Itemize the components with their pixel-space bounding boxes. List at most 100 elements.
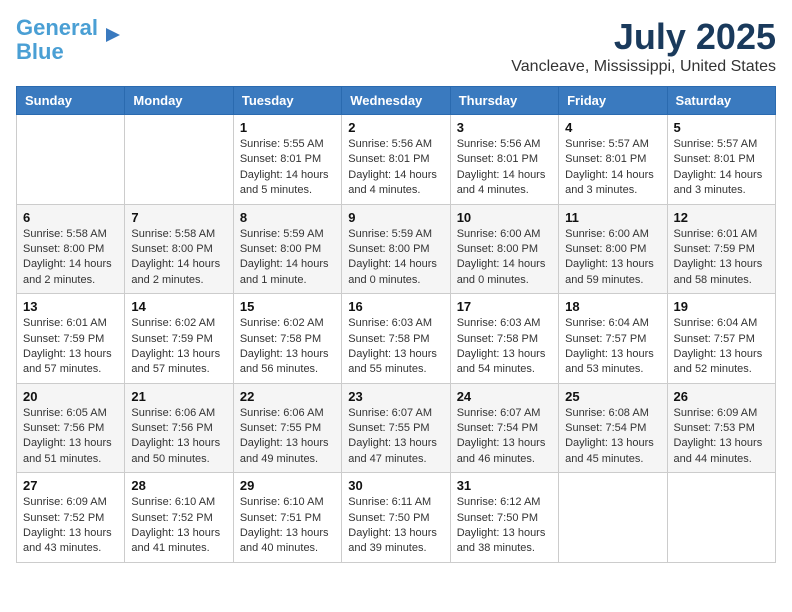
calendar-header-row: SundayMondayTuesdayWednesdayThursdayFrid… [17,87,776,115]
day-info: Sunrise: 6:09 AM Sunset: 7:53 PM Dayligh… [674,406,769,468]
day-number: 5 [674,120,769,135]
day-number: 26 [674,389,769,404]
day-info: Sunrise: 6:01 AM Sunset: 7:59 PM Dayligh… [674,227,769,289]
day-number: 10 [457,210,552,225]
day-info: Sunrise: 6:10 AM Sunset: 7:51 PM Dayligh… [240,495,335,557]
day-info: Sunrise: 6:03 AM Sunset: 7:58 PM Dayligh… [348,316,443,378]
title-area: July 2025 Vancleave, Mississippi, United… [511,16,776,76]
calendar-header-saturday: Saturday [667,87,775,115]
day-info: Sunrise: 6:02 AM Sunset: 7:59 PM Dayligh… [131,316,226,378]
calendar-cell: 17 Sunrise: 6:03 AM Sunset: 7:58 PM Dayli… [450,294,558,384]
calendar-cell: 23 Sunrise: 6:07 AM Sunset: 7:55 PM Dayli… [342,383,450,473]
calendar-cell: 1 Sunrise: 5:55 AM Sunset: 8:01 PM Daylig… [233,115,341,205]
day-info: Sunrise: 5:56 AM Sunset: 8:01 PM Dayligh… [457,137,552,199]
page-title: July 2025 [511,16,776,58]
calendar-week-row: 13Sunrise: 6:01 AM Sunset: 7:59 PM Dayli… [17,294,776,384]
calendar-cell: 14 Sunrise: 6:02 AM Sunset: 7:59 PM Dayli… [125,294,233,384]
day-number: 18 [565,299,660,314]
day-info: Sunrise: 5:58 AM Sunset: 8:00 PM Dayligh… [131,227,226,289]
calendar-week-row: 20 Sunrise: 6:05 AM Sunset: 7:56 PM Dayli… [17,383,776,473]
day-info: Sunrise: 5:57 AM Sunset: 8:01 PM Dayligh… [565,137,660,199]
day-number: 9 [348,210,443,225]
logo-blue: Blue [16,39,64,64]
calendar-cell: 2Sunrise: 5:56 AM Sunset: 8:01 PM Daylig… [342,115,450,205]
day-number: 23 [348,389,443,404]
calendar-cell: 3 Sunrise: 5:56 AM Sunset: 8:01 PM Daylig… [450,115,558,205]
day-info: Sunrise: 6:00 AM Sunset: 8:00 PM Dayligh… [565,227,660,289]
calendar-cell: 29 Sunrise: 6:10 AM Sunset: 7:51 PM Dayli… [233,473,341,563]
day-info: Sunrise: 6:12 AM Sunset: 7:50 PM Dayligh… [457,495,552,557]
calendar-cell: 31Sunrise: 6:12 AM Sunset: 7:50 PM Dayli… [450,473,558,563]
day-number: 21 [131,389,226,404]
day-info: Sunrise: 6:11 AM Sunset: 7:50 PM Dayligh… [348,495,443,557]
day-number: 19 [674,299,769,314]
day-info: Sunrise: 6:05 AM Sunset: 7:56 PM Dayligh… [23,406,118,468]
day-info: Sunrise: 6:07 AM Sunset: 7:54 PM Dayligh… [457,406,552,468]
day-number: 15 [240,299,335,314]
day-number: 12 [674,210,769,225]
day-number: 30 [348,478,443,493]
day-number: 14 [131,299,226,314]
day-number: 6 [23,210,118,225]
calendar-cell: 24 Sunrise: 6:07 AM Sunset: 7:54 PM Dayli… [450,383,558,473]
day-info: Sunrise: 6:06 AM Sunset: 7:56 PM Dayligh… [131,406,226,468]
calendar-week-row: 6 Sunrise: 5:58 AM Sunset: 8:00 PM Daylig… [17,204,776,294]
day-info: Sunrise: 6:00 AM Sunset: 8:00 PM Dayligh… [457,227,552,289]
day-info: Sunrise: 6:07 AM Sunset: 7:55 PM Dayligh… [348,406,443,468]
day-number: 13 [23,299,118,314]
calendar-cell: 7 Sunrise: 5:58 AM Sunset: 8:00 PM Daylig… [125,204,233,294]
calendar-cell: 8 Sunrise: 5:59 AM Sunset: 8:00 PM Daylig… [233,204,341,294]
calendar-header-monday: Monday [125,87,233,115]
day-number: 8 [240,210,335,225]
day-info: Sunrise: 5:56 AM Sunset: 8:01 PM Dayligh… [348,137,443,199]
logo: General Blue [16,16,124,64]
day-info: Sunrise: 6:06 AM Sunset: 7:55 PM Dayligh… [240,406,335,468]
day-number: 4 [565,120,660,135]
day-number: 22 [240,389,335,404]
calendar-cell [125,115,233,205]
day-number: 20 [23,389,118,404]
day-info: Sunrise: 6:08 AM Sunset: 7:54 PM Dayligh… [565,406,660,468]
day-number: 7 [131,210,226,225]
page-subtitle: Vancleave, Mississippi, United States [511,58,776,76]
calendar-cell: 11Sunrise: 6:00 AM Sunset: 8:00 PM Dayli… [559,204,667,294]
calendar-cell: 13Sunrise: 6:01 AM Sunset: 7:59 PM Dayli… [17,294,125,384]
calendar-header-thursday: Thursday [450,87,558,115]
calendar-week-row: 27 Sunrise: 6:09 AM Sunset: 7:52 PM Dayli… [17,473,776,563]
day-info: Sunrise: 6:04 AM Sunset: 7:57 PM Dayligh… [674,316,769,378]
day-number: 28 [131,478,226,493]
day-info: Sunrise: 6:09 AM Sunset: 7:52 PM Dayligh… [23,495,118,557]
logo-arrow-icon [102,24,124,46]
calendar-cell [559,473,667,563]
calendar-cell: 28Sunrise: 6:10 AM Sunset: 7:52 PM Dayli… [125,473,233,563]
day-info: Sunrise: 6:02 AM Sunset: 7:58 PM Dayligh… [240,316,335,378]
calendar-cell: 10 Sunrise: 6:00 AM Sunset: 8:00 PM Dayli… [450,204,558,294]
day-info: Sunrise: 5:57 AM Sunset: 8:01 PM Dayligh… [674,137,769,199]
day-number: 17 [457,299,552,314]
calendar-cell: 6 Sunrise: 5:58 AM Sunset: 8:00 PM Daylig… [17,204,125,294]
day-number: 29 [240,478,335,493]
calendar-cell: 15 Sunrise: 6:02 AM Sunset: 7:58 PM Dayli… [233,294,341,384]
day-number: 24 [457,389,552,404]
header: General Blue July 2025 Vancleave, Missis… [16,16,776,76]
calendar-week-row: 1 Sunrise: 5:55 AM Sunset: 8:01 PM Daylig… [17,115,776,205]
calendar-cell: 16 Sunrise: 6:03 AM Sunset: 7:58 PM Dayli… [342,294,450,384]
day-number: 3 [457,120,552,135]
calendar-cell: 19 Sunrise: 6:04 AM Sunset: 7:57 PM Dayli… [667,294,775,384]
calendar-cell: 18Sunrise: 6:04 AM Sunset: 7:57 PM Dayli… [559,294,667,384]
calendar-cell: 4 Sunrise: 5:57 AM Sunset: 8:01 PM Daylig… [559,115,667,205]
calendar-header-tuesday: Tuesday [233,87,341,115]
calendar: SundayMondayTuesdayWednesdayThursdayFrid… [16,86,776,563]
day-info: Sunrise: 6:03 AM Sunset: 7:58 PM Dayligh… [457,316,552,378]
day-info: Sunrise: 5:58 AM Sunset: 8:00 PM Dayligh… [23,227,118,289]
day-number: 16 [348,299,443,314]
calendar-cell: 20 Sunrise: 6:05 AM Sunset: 7:56 PM Dayli… [17,383,125,473]
day-info: Sunrise: 5:59 AM Sunset: 8:00 PM Dayligh… [348,227,443,289]
day-info: Sunrise: 5:55 AM Sunset: 8:01 PM Dayligh… [240,137,335,199]
day-number: 27 [23,478,118,493]
calendar-cell: 5 Sunrise: 5:57 AM Sunset: 8:01 PM Daylig… [667,115,775,205]
day-number: 1 [240,120,335,135]
logo-general: General [16,15,98,40]
day-info: Sunrise: 5:59 AM Sunset: 8:00 PM Dayligh… [240,227,335,289]
calendar-cell: 27 Sunrise: 6:09 AM Sunset: 7:52 PM Dayli… [17,473,125,563]
